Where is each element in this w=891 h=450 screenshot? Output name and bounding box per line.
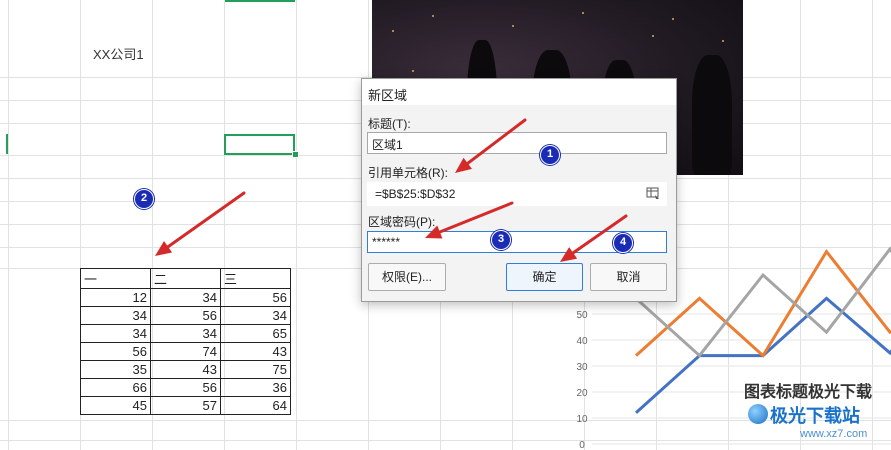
step-badge-4: 4 xyxy=(613,233,633,253)
annotation-arrows xyxy=(155,118,628,262)
annotation-arrow-line xyxy=(466,118,527,165)
annotation-arrow-head xyxy=(455,157,472,173)
annotation-arrow-head xyxy=(560,247,578,262)
annotation-arrow-head xyxy=(155,241,173,256)
annotation-arrow-head xyxy=(425,225,443,239)
annotation-arrow-line xyxy=(166,191,246,249)
step-badge-2: 2 xyxy=(134,189,154,209)
step-badge-1: 1 xyxy=(540,145,560,165)
annotation-arrow-line xyxy=(438,201,514,234)
step-badge-3: 3 xyxy=(491,230,511,250)
